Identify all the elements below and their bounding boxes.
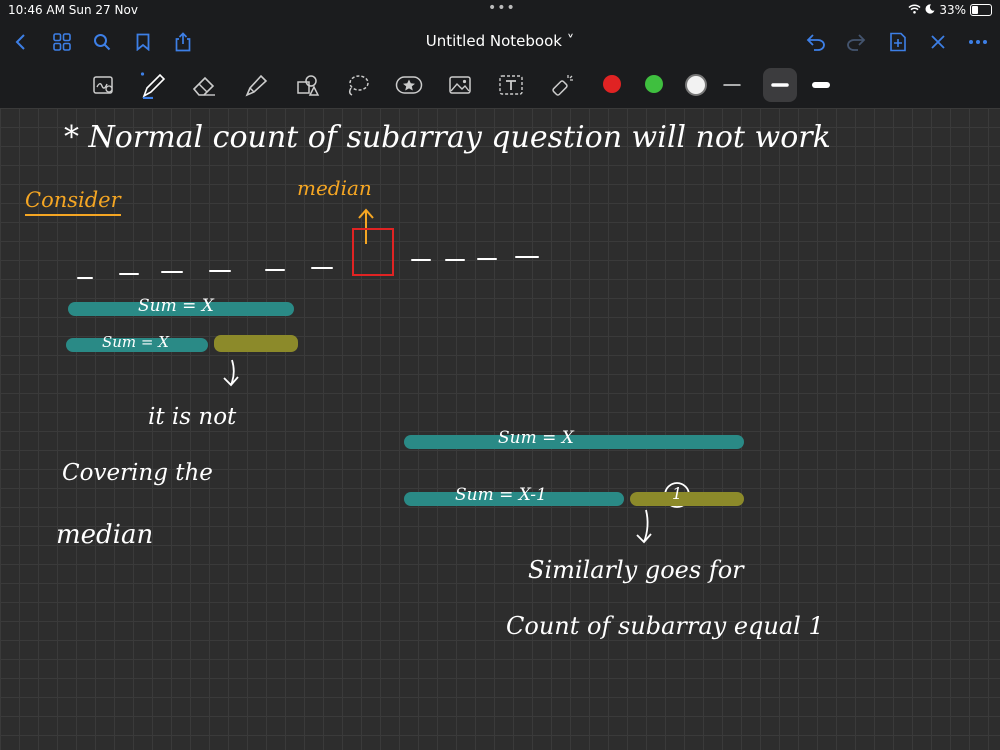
battery-percent: 33%: [939, 3, 966, 17]
bookmark-icon[interactable]: [129, 28, 157, 56]
search-icon[interactable]: [88, 28, 116, 56]
image-icon[interactable]: [444, 69, 476, 101]
not-covering-line-1: it is not: [148, 404, 237, 430]
median-box: [352, 228, 394, 276]
status-time: 10:46 AM Sun 27 Nov: [8, 3, 138, 17]
down-arrow-right: [636, 509, 652, 544]
red-color-swatch[interactable]: [603, 75, 621, 93]
not-covering-line-2: Covering the: [62, 460, 213, 486]
lasso-icon[interactable]: [342, 69, 374, 101]
similarly-line-1: Similarly goes for: [528, 556, 744, 584]
back-chevron-icon[interactable]: [6, 28, 34, 56]
sum-x-top-label: Sum = X: [138, 296, 214, 316]
highlighter-icon[interactable]: [240, 69, 272, 101]
sum-x-minus-label: Sum = X-1: [455, 485, 547, 505]
down-arrow-left: [223, 359, 239, 387]
text-icon[interactable]: [495, 69, 527, 101]
wifi-icon: [908, 3, 921, 17]
close-icon[interactable]: [924, 28, 952, 56]
moon-icon: [925, 3, 935, 17]
thick-stroke-icon[interactable]: [805, 69, 837, 101]
eraser-icon[interactable]: [188, 69, 220, 101]
pen-icon[interactable]: [137, 69, 169, 101]
sum-x-short-label: Sum = X: [102, 333, 169, 351]
status-bar: 10:46 AM Sun 27 Nov ••• 33%: [0, 0, 1000, 22]
thin-stroke-icon[interactable]: [716, 69, 748, 101]
tool-bar: [0, 62, 1000, 109]
one-marker-label: 1: [672, 484, 683, 503]
green-color-swatch[interactable]: [645, 75, 663, 93]
median-arrow: [358, 208, 374, 244]
shapes-icon[interactable]: [292, 69, 324, 101]
redo-icon[interactable]: [842, 28, 870, 56]
share-icon[interactable]: [169, 28, 197, 56]
extra-segment-bar: [214, 335, 298, 352]
not-covering-line-3: median: [56, 520, 154, 550]
medium-stroke-icon[interactable]: [763, 68, 797, 102]
array-dashes: [77, 256, 539, 279]
notebook-canvas[interactable]: * Normal count of subarray question will…: [0, 108, 1000, 750]
sticker-icon[interactable]: [393, 69, 425, 101]
zoom-window-icon[interactable]: [88, 69, 120, 101]
undo-icon[interactable]: [802, 28, 830, 56]
similarly-line-2: Count of subarray equal 1: [506, 612, 824, 640]
one-segment-bar: [630, 492, 744, 506]
navigation-bar: Untitled Notebook ˅: [0, 22, 1000, 62]
sum-x-right-label: Sum = X: [498, 428, 574, 448]
sum-x-bar-right: [404, 435, 744, 449]
laser-pointer-icon[interactable]: [547, 69, 579, 101]
grid-icon[interactable]: [48, 28, 76, 56]
multitask-dots-icon[interactable]: •••: [488, 0, 516, 16]
white-color-swatch[interactable]: [685, 74, 707, 96]
add-page-icon[interactable]: [884, 28, 912, 56]
battery-icon: [970, 4, 992, 16]
status-right: 33%: [908, 3, 992, 17]
more-icon[interactable]: [964, 28, 992, 56]
